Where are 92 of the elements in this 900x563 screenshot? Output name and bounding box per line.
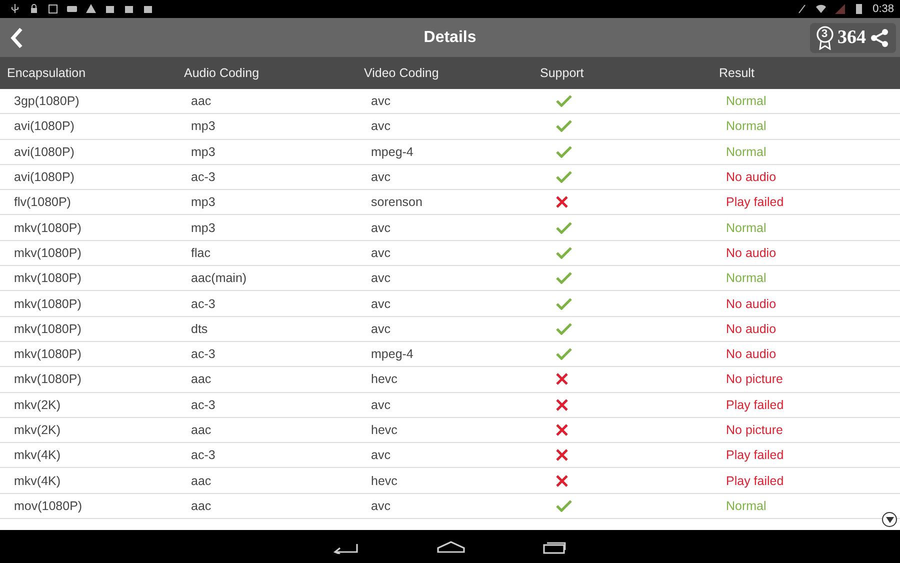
result-text: Play failed	[726, 474, 785, 488]
result-text: Play failed	[726, 398, 785, 412]
table-cell-text: mpeg-4	[371, 144, 414, 159]
table-cell-text: mkv(1080P)	[14, 322, 82, 336]
table-cell-text: mkv(1080P)	[14, 296, 82, 311]
table-cell-text: avc	[371, 448, 392, 462]
table-cell-text: mp3	[191, 220, 216, 235]
table-cell-text: hevc	[371, 423, 398, 437]
result-text: No audio	[726, 170, 778, 184]
table-cell-text: avc	[371, 322, 392, 336]
table-cell-text: avi(1080P)	[14, 144, 76, 159]
table-cell-text: aac	[191, 94, 212, 108]
battery-icon	[854, 4, 864, 14]
table-cell-text: mkv(1080P)	[14, 220, 82, 235]
page-title: Details	[424, 28, 476, 46]
warning-icon	[86, 4, 96, 14]
table-cell-text: sorenson	[371, 195, 424, 210]
table-cell-text: aac(main)	[191, 271, 248, 286]
table-cell-text: avc	[371, 398, 392, 412]
back-button[interactable]	[10, 26, 24, 48]
table-cell-text: 3gp(1080P)	[14, 94, 80, 108]
table-cell-text: mkv(1080P)	[14, 271, 82, 286]
table-cell-text: avc	[371, 296, 392, 311]
result-text: Normal	[726, 144, 768, 159]
column-header: Video Coding	[364, 66, 440, 80]
score-badge[interactable]: 3 364	[810, 22, 896, 52]
result-text: Play failed	[726, 195, 785, 210]
table-cell-text: mkv(2K)	[14, 423, 62, 437]
column-header: Support	[540, 66, 585, 80]
medal-icon	[816, 26, 834, 50]
table-cell-text: avc	[371, 220, 392, 235]
score-value: 364	[838, 26, 866, 48]
result-text: Normal	[726, 119, 768, 134]
table-cell-text: mp3	[191, 119, 216, 134]
column-header: Audio Coding	[184, 66, 260, 80]
lock-icon	[29, 4, 39, 14]
table-cell-text: hevc	[371, 372, 398, 386]
table-cell-text: mkv(4K)	[14, 474, 62, 488]
result-text: No picture	[726, 423, 784, 437]
table-cell-text: avc	[371, 498, 392, 513]
status-time: 0:38	[872, 3, 894, 15]
result-text: No audio	[726, 347, 778, 362]
result-text: No audio	[726, 296, 778, 311]
scroll-down-button[interactable]	[882, 512, 897, 527]
table-cell-text: mp3	[191, 195, 216, 210]
wifi-icon	[816, 4, 826, 14]
table-cell-text: ac-3	[191, 347, 216, 362]
table-cell-text: avc	[371, 246, 392, 260]
table-cell-text: avc	[371, 170, 392, 184]
column-header: Result	[719, 66, 756, 80]
table-cell-text: mkv(1080P)	[14, 372, 82, 386]
table-cell-text: aac	[191, 498, 212, 513]
table-cell-text: flv(1080P)	[14, 195, 72, 210]
table-cell-text: avi(1080P)	[14, 170, 76, 184]
result-text: Normal	[726, 498, 768, 513]
recent-apps-button[interactable]	[543, 540, 567, 554]
table-cell-text: aac	[191, 474, 212, 488]
result-text: No audio	[726, 322, 778, 336]
table-cell-text: mov(1080P)	[14, 498, 84, 513]
table-cell-text: mkv(4K)	[14, 448, 62, 462]
result-text: Normal	[726, 271, 768, 286]
tray-icon	[67, 4, 77, 14]
result-text: Play failed	[726, 448, 785, 462]
caret-icon	[886, 516, 894, 522]
home-button[interactable]	[437, 540, 465, 552]
table-cell-text: avi(1080P)	[14, 119, 76, 134]
table-cell-text: flac	[191, 246, 212, 260]
table-cell-text: avc	[371, 94, 392, 108]
table-cell-text: ac-3	[191, 448, 216, 462]
result-text: Normal	[726, 220, 768, 235]
table-cell-text: mkv(2K)	[14, 398, 62, 412]
table-cell-text: mpeg-4	[371, 347, 414, 362]
table-cell-text: avc	[371, 271, 392, 286]
share-button[interactable]	[870, 28, 890, 48]
table-cell-text: dts	[191, 322, 209, 336]
table-cell-text: avc	[371, 119, 392, 134]
result-text: Normal	[726, 94, 768, 108]
table-cell-text: hevc	[371, 474, 398, 488]
table-cell-text: ac-3	[191, 398, 216, 412]
column-header: Encapsulation	[7, 66, 87, 80]
usb-icon	[10, 4, 20, 14]
table-cell-text: mkv(1080P)	[14, 246, 82, 260]
table-cell-text: mp3	[191, 144, 216, 159]
result-text: No audio	[726, 246, 778, 260]
signal-icon	[834, 4, 845, 14]
result-text: No picture	[726, 372, 784, 386]
table-cell-text: mkv(1080P)	[14, 347, 82, 362]
table-cell-text: aac	[191, 423, 212, 437]
table-cell-text: aac	[191, 372, 212, 386]
table-cell-text: ac-3	[191, 296, 216, 311]
table-cell-text: ac-3	[191, 170, 216, 184]
rank-number: 3	[821, 26, 828, 42]
